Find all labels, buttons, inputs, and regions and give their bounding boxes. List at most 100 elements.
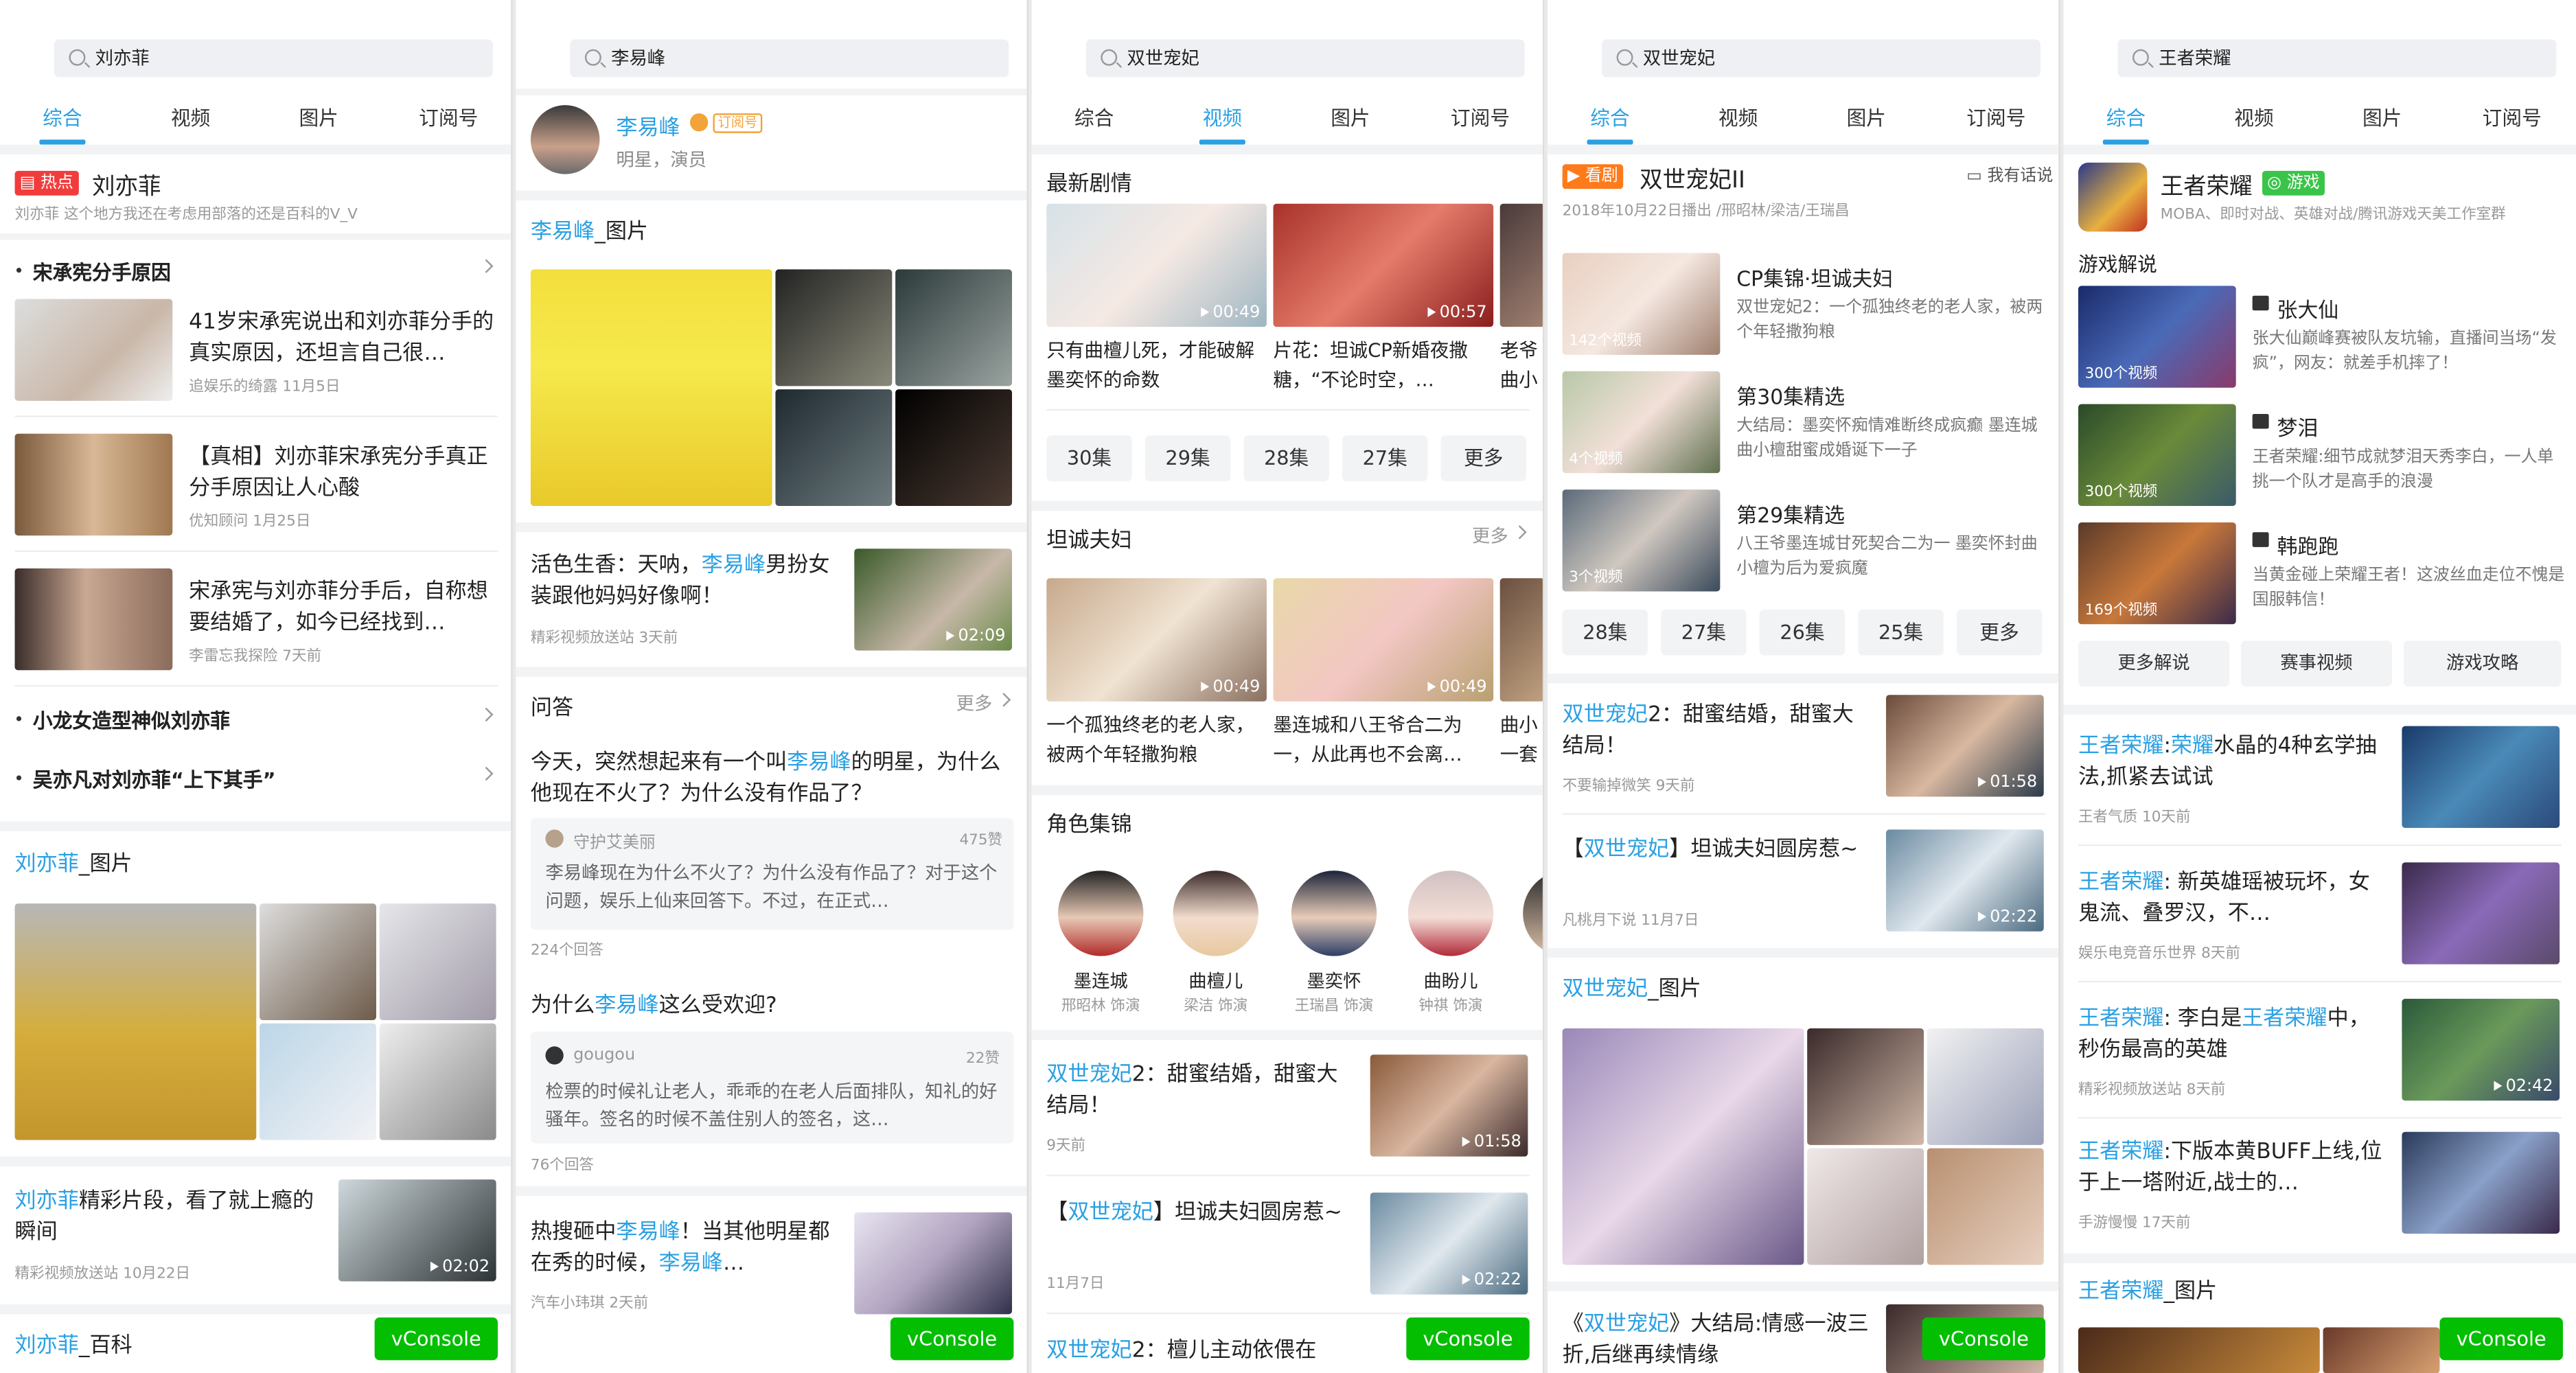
article-title[interactable]: 【双世宠妃】坦诚夫妇圆房惹~ xyxy=(1046,1197,1350,1228)
gallery-image[interactable] xyxy=(260,903,376,1020)
topic-link[interactable]: 小龙女造型神似刘亦菲 xyxy=(16,706,230,735)
role-avatar[interactable] xyxy=(1058,870,1144,956)
video-thumbnail[interactable]: 02:22 xyxy=(1886,829,2044,932)
tab-subscription[interactable]: 订阅号 xyxy=(1431,104,1530,132)
gallery-image[interactable] xyxy=(379,1023,496,1140)
article-thumbnail[interactable] xyxy=(2402,1131,2560,1234)
video-thumbnail[interactable]: 00:49 xyxy=(1273,578,1494,702)
video-thumbnail[interactable]: 02:09 xyxy=(854,549,1013,651)
drama-title[interactable]: 双世宠妃II xyxy=(1640,163,1745,196)
news-title[interactable]: 宋承宪与刘亦菲分手后，自称想要结婚了，如今已经找到… xyxy=(189,577,498,639)
news-thumbnail[interactable] xyxy=(14,299,173,401)
gallery-image[interactable] xyxy=(1927,1148,2044,1265)
role-avatar[interactable] xyxy=(1173,870,1258,956)
image-section-title[interactable]: 王者荣耀_图片 xyxy=(2078,1273,2217,1304)
video-thumbnail[interactable]: 02:22 xyxy=(1370,1192,1528,1295)
collection-title[interactable]: 第29集精选 xyxy=(1736,498,1845,529)
more-link[interactable]: 更多 xyxy=(1472,522,1508,549)
game-title[interactable]: 王者荣耀 xyxy=(2161,169,2253,202)
article-title[interactable]: 《双世宠妃》大结局:情感一波三折,后继再续情缘 xyxy=(1563,1309,1883,1372)
vconsole-button[interactable]: vConsole xyxy=(1922,1317,2046,1361)
gallery-image[interactable] xyxy=(260,1023,376,1140)
video-title[interactable]: 老爷曲小 xyxy=(1500,335,1543,394)
tab-image[interactable]: 图片 xyxy=(269,104,368,132)
caster-thumbnail[interactable]: 300个视频 xyxy=(2078,404,2236,507)
collection-title[interactable]: CP集锦·坦诚夫妇 xyxy=(1736,261,1893,292)
video-title[interactable]: 片花：坦诚CP新婚夜撒糖，“不论时空，… xyxy=(1273,335,1486,394)
search-bar[interactable]: 李易峰 xyxy=(570,39,1009,78)
caster-thumbnail[interactable]: 300个视频 xyxy=(2078,286,2236,388)
episode-button[interactable]: 30集 xyxy=(1046,435,1132,482)
tab-subscription[interactable]: 订阅号 xyxy=(399,104,498,132)
caster-name[interactable]: 韩跑跑 xyxy=(2277,529,2339,560)
vconsole-button[interactable]: vConsole xyxy=(1406,1317,1530,1361)
episode-button[interactable]: 28集 xyxy=(1243,435,1329,482)
news-thumbnail[interactable] xyxy=(14,568,173,671)
vconsole-button[interactable]: vConsole xyxy=(374,1317,498,1361)
gallery-image[interactable] xyxy=(14,903,257,1140)
news-title[interactable]: 【真相】刘亦菲宋承宪分手真正分手原因让人心酸 xyxy=(189,442,498,505)
video-thumbnail[interactable] xyxy=(1499,203,1543,327)
video-thumbnail[interactable]: 00:49 xyxy=(1046,578,1267,702)
video-thumbnail[interactable]: 01:58 xyxy=(1886,695,2044,797)
search-bar[interactable]: 刘亦菲 xyxy=(54,39,493,78)
article-title[interactable]: 【双世宠妃】坦诚夫妇圆房惹~ xyxy=(1563,835,1867,866)
news-title[interactable]: 41岁宋承宪说出和刘亦菲分手的真实原因，还坦言自己很… xyxy=(189,307,498,369)
caster-name[interactable]: 张大仙 xyxy=(2277,292,2339,323)
video-thumbnail[interactable]: 00:49 xyxy=(1046,203,1267,327)
episode-button[interactable]: 27集 xyxy=(1661,609,1747,656)
article-title[interactable]: 王者荣耀: 新英雄瑶被玩坏，女鬼流、叠罗汉，不… xyxy=(2078,867,2382,930)
video-thumbnail[interactable]: 00:57 xyxy=(1273,203,1494,327)
video-thumbnail[interactable]: 01:58 xyxy=(1370,1054,1528,1157)
article-thumbnail[interactable] xyxy=(2402,726,2560,829)
article-title[interactable]: 双世宠妃2：檀儿主动依偎在 xyxy=(1046,1335,1375,1366)
tab-video[interactable]: 视频 xyxy=(2205,104,2303,132)
video-title[interactable]: 墨连城和八王爷合二为一，从此再也不会离… xyxy=(1273,710,1486,769)
article-thumbnail[interactable] xyxy=(2402,862,2560,965)
collection-thumbnail[interactable]: 3个视频 xyxy=(1562,489,1721,592)
article-title[interactable]: 王者荣耀: 李白是王者荣耀中，秒伤最高的英雄 xyxy=(2078,1004,2382,1066)
gallery-image[interactable] xyxy=(2323,1327,2440,1373)
profile-name[interactable]: 李易峰 xyxy=(616,110,680,141)
article-thumbnail[interactable] xyxy=(854,1212,1013,1315)
topic-link[interactable]: 宋承宪分手原因 xyxy=(16,258,171,286)
tab-video[interactable]: 视频 xyxy=(141,104,240,132)
video-thumbnail[interactable]: 02:02 xyxy=(338,1179,496,1282)
news-thumbnail[interactable] xyxy=(14,433,173,536)
tab-subscription[interactable]: 订阅号 xyxy=(2463,104,2562,132)
more-commentary-button[interactable]: 更多解说 xyxy=(2078,641,2230,687)
article-title[interactable]: 热搜砸中李易峰！当其他明星都在秀的时候，李易峰… xyxy=(531,1217,840,1280)
tab-video[interactable]: 视频 xyxy=(1173,104,1272,144)
gallery-image[interactable] xyxy=(1807,1028,1924,1145)
article-title[interactable]: 王者荣耀:下版本黄BUFF上线,位于上一塔附近,战士的… xyxy=(2078,1137,2382,1199)
gallery-image[interactable] xyxy=(775,269,893,386)
episode-button[interactable]: 27集 xyxy=(1342,435,1428,482)
tab-all[interactable]: 综合 xyxy=(1045,104,1144,132)
gallery-image[interactable] xyxy=(379,903,496,1020)
role-avatar[interactable] xyxy=(1291,870,1377,956)
more-link[interactable]: 更多 xyxy=(956,690,993,716)
tab-all[interactable]: 综合 xyxy=(13,104,112,144)
image-section-title[interactable]: 刘亦菲_图片 xyxy=(15,846,133,877)
video-thumbnail[interactable]: 02:42 xyxy=(2402,998,2560,1101)
video-title[interactable]: 只有曲檀儿死，才能破解墨奕怀的命数 xyxy=(1046,335,1260,394)
gallery-image[interactable] xyxy=(895,269,1013,386)
more-episodes-button[interactable]: 更多 xyxy=(1956,609,2043,656)
episode-button[interactable]: 25集 xyxy=(1858,609,1944,656)
role-avatar[interactable] xyxy=(1523,870,1543,956)
tab-subscription[interactable]: 订阅号 xyxy=(1947,104,2046,132)
image-section-title[interactable]: 李易峰_图片 xyxy=(531,214,648,245)
article-title[interactable]: 王者荣耀:荣耀水晶的4种玄学抽法,抓紧去试试 xyxy=(2078,731,2382,794)
tab-all[interactable]: 综合 xyxy=(1561,104,1659,144)
question-title[interactable]: 今天，突然想起来有一个叫李易峰的明星，为什么他现在不火了？为什么没有作品了？ xyxy=(531,748,1015,810)
topic-link[interactable]: 吴亦凡对刘亦菲“上下其手” xyxy=(16,765,275,794)
match-video-button[interactable]: 赛事视频 xyxy=(2240,641,2393,687)
more-episodes-button[interactable]: 更多 xyxy=(1440,435,1527,482)
article-title[interactable]: 双世宠妃2：甜蜜结婚，甜蜜大结局！ xyxy=(1046,1059,1350,1122)
tab-all[interactable]: 综合 xyxy=(2077,104,2176,144)
episode-button[interactable]: 29集 xyxy=(1145,435,1231,482)
gallery-image[interactable] xyxy=(530,269,772,507)
tab-image[interactable]: 图片 xyxy=(2333,104,2432,132)
comment-link[interactable]: ▭ 我有话说 xyxy=(1966,161,2053,185)
collection-thumbnail[interactable]: 4个视频 xyxy=(1562,371,1721,474)
